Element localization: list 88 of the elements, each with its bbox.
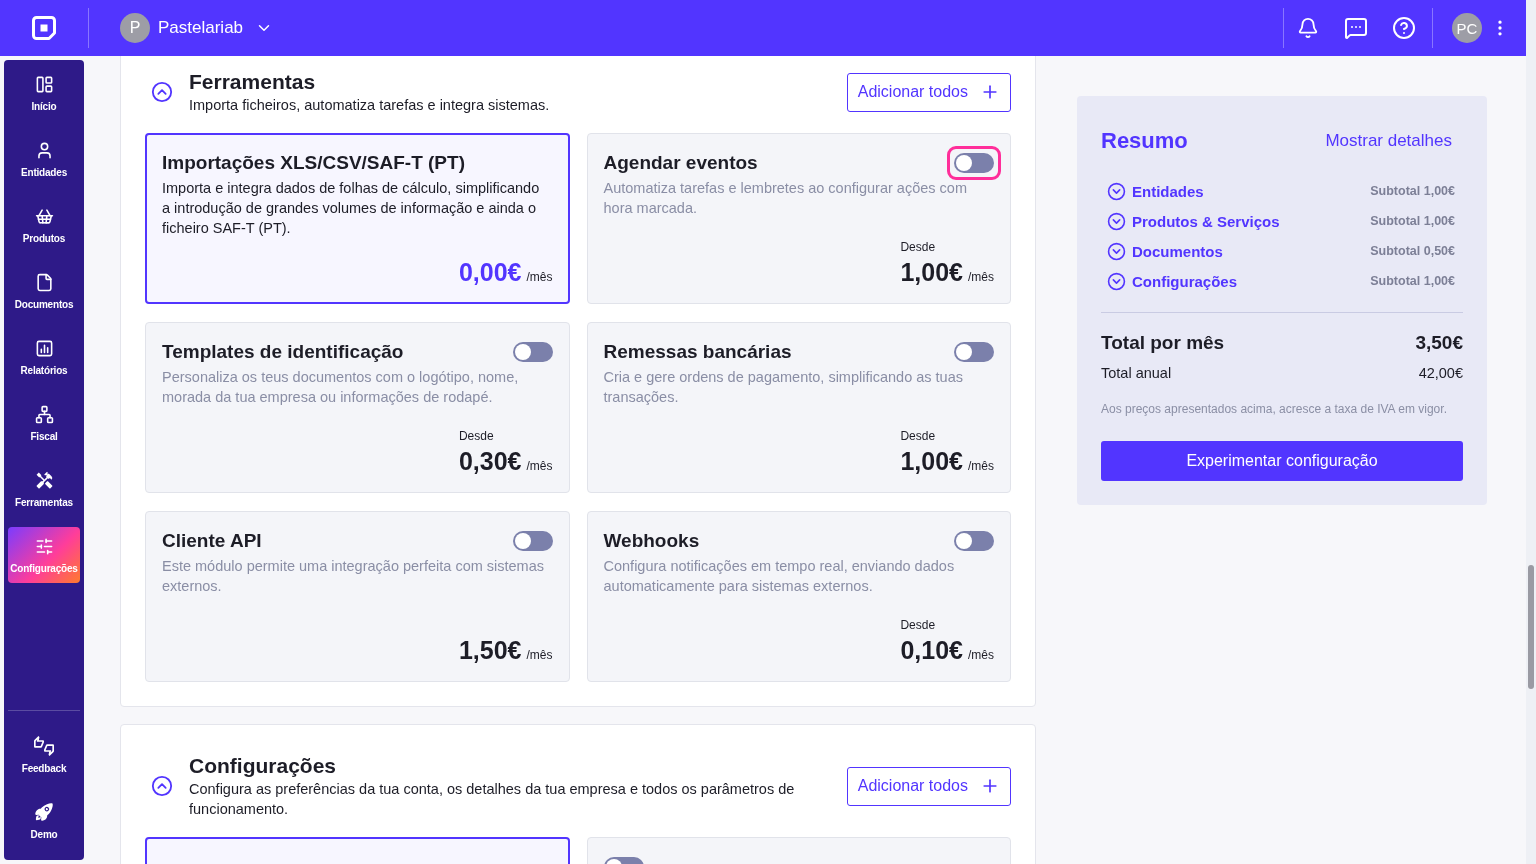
price: 0,10€ xyxy=(900,636,963,664)
total-month-label: Total por mês xyxy=(1101,332,1225,354)
sidebar-item[interactable]: Início xyxy=(8,65,80,121)
module-card[interactable]: Templates de identificação Personaliza os teus documentos com o logótipo, nome, morada da tua empresa ou informações de rodapé. Desde 0,30€ /mês xyxy=(145,322,570,493)
card-title: Webhooks xyxy=(603,530,700,552)
collapse-icon[interactable] xyxy=(151,775,173,797)
module-card[interactable]: Webhooks Configura notificações em tempo real, enviando dados automaticamente para sistemas externos. Desde 0,10€ /mês xyxy=(586,511,1011,682)
dashboard-icon xyxy=(34,74,54,94)
toggle-switch[interactable] xyxy=(954,342,994,362)
summary-category[interactable]: Documentos xyxy=(1107,241,1223,261)
thumbs-up-down-icon xyxy=(34,736,54,756)
from-label: Desde xyxy=(900,240,936,254)
sidebar-item[interactable]: Entidades xyxy=(8,131,80,187)
sidebar-item[interactable]: Produtos xyxy=(8,197,80,253)
period-label: /mês xyxy=(968,270,994,284)
toggle-switch[interactable] xyxy=(512,342,553,362)
price: 0,00€ xyxy=(458,258,522,286)
subtotal-text: Subtotal 1,00€ xyxy=(1370,214,1455,228)
document-icon xyxy=(34,272,54,292)
total-year-label: Total anual xyxy=(1101,365,1172,381)
card-description: Configura notificações em tempo real, enviando dados automaticamente para sistemas externos. xyxy=(603,557,956,596)
subtotal-text: Subtotal 0,50€ xyxy=(1370,244,1455,258)
price: 1,50€ xyxy=(458,636,522,664)
period-label: /mês xyxy=(968,648,994,662)
add-all-button[interactable]: Adicionar todos xyxy=(846,72,1011,112)
price: 1,00€ xyxy=(900,258,963,286)
total-month-value: 3,50€ xyxy=(1415,332,1463,354)
section-description: Configura as preferências da tua conta, os detalhes da tua empresa e todos os parâmetros de funcionamento. xyxy=(189,780,796,819)
module-card[interactable]: Importações XLS/CSV/SAF-T (PT) Importa e integra dados de folhas de cálculo, simplificando a introdução de grandes volumes de informação e ainda o ficheiro SAF-T (PT). 0,00€ /mês xyxy=(145,133,570,304)
help-icon[interactable] xyxy=(1392,16,1416,40)
notifications-icon[interactable] xyxy=(1297,17,1319,39)
toggle-switch[interactable] xyxy=(947,146,1001,180)
scrollbar-thumb[interactable] xyxy=(1528,565,1534,689)
summary-category[interactable]: Entidades xyxy=(1107,181,1204,201)
add-all-button[interactable]: Adicionar todos xyxy=(846,766,1011,806)
try-configuration-button[interactable]: Experimentar configuração xyxy=(1101,441,1463,481)
sidebar-item[interactable]: Documentos xyxy=(8,263,80,319)
sidebar-item[interactable]: Demo xyxy=(8,793,80,849)
module-card[interactable]: Remessas bancárias Cria e gere ordens de pagamento, simplificando as tuas transações. Desde 1,00€ /mês xyxy=(586,322,1011,493)
toggle-switch[interactable] xyxy=(512,531,553,551)
card-title: Templates de identificação xyxy=(162,341,404,363)
card-title: Importações XLS/CSV/SAF-T (PT) xyxy=(162,152,465,174)
card-description: Cria e gere ordens de pagamento, simplificando as tuas transações. xyxy=(603,368,964,407)
summary-category[interactable]: Produtos & Serviços xyxy=(1107,211,1280,231)
show-details-link[interactable]: Mostrar detalhes xyxy=(1325,131,1452,151)
period-label: /mês xyxy=(526,459,553,473)
sidebar-item[interactable]: Ferramentas xyxy=(8,461,80,517)
sidebar-item[interactable]: Feedback xyxy=(8,727,80,783)
tools-icon xyxy=(34,470,54,490)
price: 1,00€ xyxy=(900,447,963,475)
card-description: Personaliza os teus documentos com o logótipo, nome, morada da tua empresa ou informações de rodapé. xyxy=(162,368,520,407)
price: 0,30€ xyxy=(458,447,522,475)
rocket-icon xyxy=(34,802,54,822)
logo-icon[interactable] xyxy=(32,16,56,40)
card-description: Este módulo permite uma integração perfeita com sistemas externos. xyxy=(162,557,545,596)
subtotal-text: Subtotal 1,00€ xyxy=(1370,274,1455,288)
period-label: /mês xyxy=(526,270,553,284)
section-title: Ferramentas xyxy=(189,69,317,95)
card-description: Automatiza tarefas e lembretes ao configurar ações com hora marcada. xyxy=(603,179,968,218)
card-description: Importa e integra dados de folhas de cálculo, simplificando a introdução de grandes volumes de informação e ainda o ficheiro SAF-T (PT). xyxy=(162,179,541,238)
company-name[interactable]: Pastelariab xyxy=(158,18,244,38)
period-label: /mês xyxy=(526,648,553,662)
from-label: Desde xyxy=(458,429,494,443)
chat-icon[interactable] xyxy=(1344,16,1368,40)
section-description: Importa ficheiros, automatiza tarefas e integra sistemas. xyxy=(189,96,551,115)
vat-note: Aos preços apresentados acima, acresce a taxa de IVA em vigor. xyxy=(1101,401,1448,417)
period-label: /mês xyxy=(968,459,994,473)
collapse-icon[interactable] xyxy=(151,81,173,103)
bar-chart-icon xyxy=(34,338,54,358)
summary-title: Resumo xyxy=(1101,128,1188,154)
sidebar-item[interactable]: Relatórios xyxy=(8,329,80,385)
section-title: Configurações xyxy=(189,753,338,779)
card-title: Agendar eventos xyxy=(603,152,758,174)
hierarchy-icon xyxy=(34,404,54,424)
from-label: Desde xyxy=(900,618,936,632)
sidebar-item[interactable]: Fiscal xyxy=(8,395,80,451)
toggle-switch[interactable] xyxy=(954,531,994,551)
card-title: Remessas bancárias xyxy=(603,341,792,363)
module-card[interactable]: Cliente API Este módulo permite uma integração perfeita com sistemas externos. 1,50€ /mês xyxy=(145,511,570,682)
total-year-value: 42,00€ xyxy=(1418,365,1463,381)
scrollbar[interactable] xyxy=(1526,0,1536,864)
module-card[interactable]: Agendar eventos Automatiza tarefas e lembretes ao configurar ações com hora marcada. Desde 1,00€ /mês xyxy=(586,133,1011,304)
summary-category[interactable]: Configurações xyxy=(1107,271,1237,291)
basket-icon xyxy=(34,206,54,226)
card-title: Cliente API xyxy=(162,530,262,552)
from-label: Desde xyxy=(900,429,936,443)
sliders-icon xyxy=(34,536,54,556)
subtotal-text: Subtotal 1,00€ xyxy=(1370,184,1455,198)
